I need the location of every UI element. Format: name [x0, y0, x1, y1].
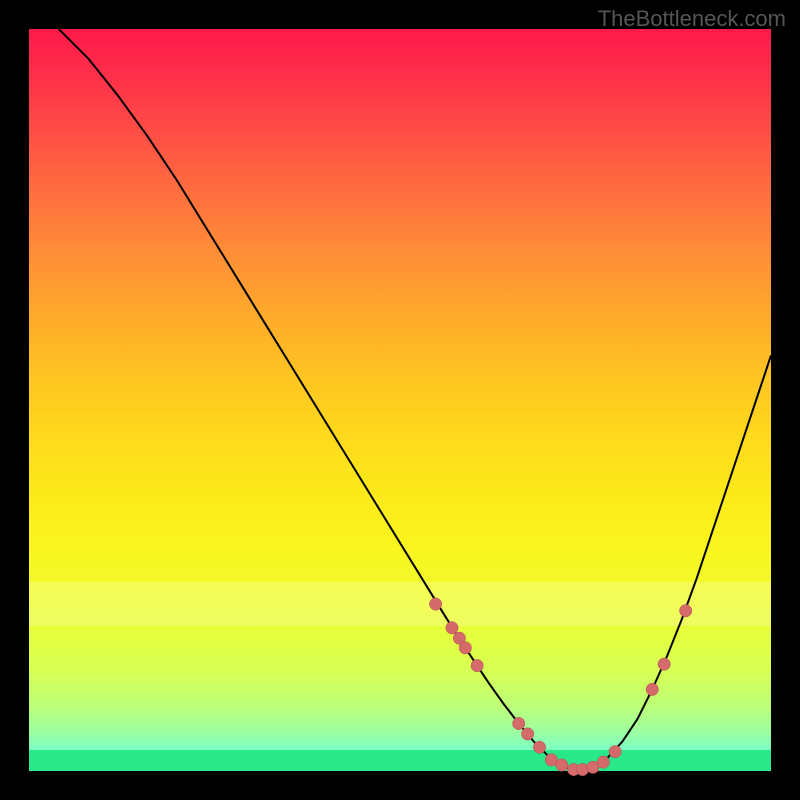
- data-points-group: [429, 598, 691, 776]
- data-point: [446, 622, 458, 634]
- data-point: [609, 746, 621, 758]
- data-point: [679, 605, 691, 617]
- data-point: [459, 642, 471, 654]
- data-point: [513, 717, 525, 729]
- plot-area: [29, 29, 771, 771]
- data-point: [521, 728, 533, 740]
- chart-svg: [29, 29, 771, 771]
- data-point: [597, 756, 609, 768]
- data-point: [471, 659, 483, 671]
- data-point: [646, 683, 658, 695]
- watermark-text: TheBottleneck.com: [598, 6, 786, 32]
- data-point: [533, 741, 545, 753]
- data-point: [429, 598, 441, 610]
- data-point: [556, 759, 568, 771]
- data-point: [658, 658, 670, 670]
